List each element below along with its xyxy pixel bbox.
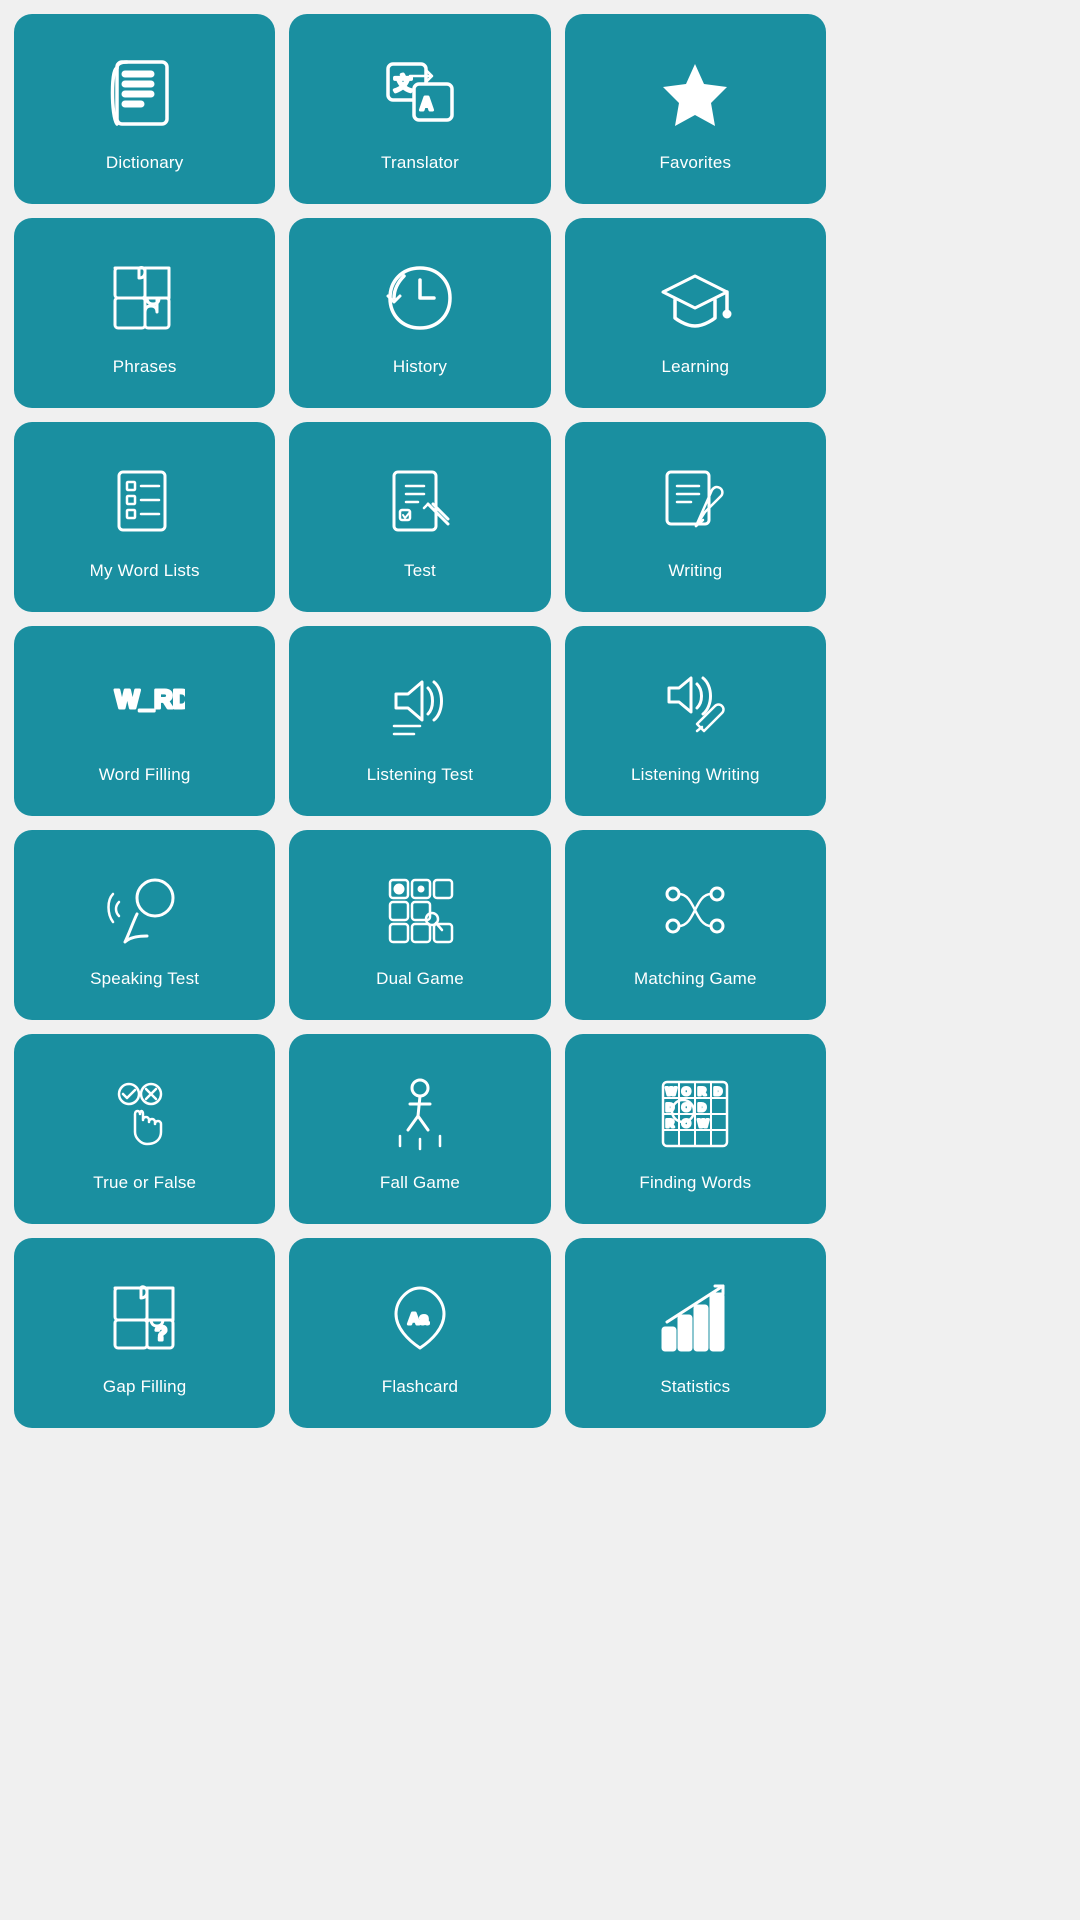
tile-true-or-false[interactable]: True or False — [14, 1034, 275, 1224]
listening-writing-icon — [650, 661, 740, 751]
my-word-lists-icon — [100, 457, 190, 547]
learning-label: Learning — [661, 357, 729, 377]
matching-game-label: Matching Game — [634, 969, 757, 989]
tile-gap-filling[interactable]: ? Gap Filling — [14, 1238, 275, 1428]
main-grid: Dictionary 文 A Translator Favorites — [14, 14, 826, 1428]
listening-test-icon — [375, 661, 465, 751]
true-or-false-label: True or False — [93, 1173, 196, 1193]
statistics-label: Statistics — [660, 1377, 730, 1397]
svg-text:O: O — [682, 1086, 691, 1098]
tile-listening-writing[interactable]: Listening Writing — [565, 626, 826, 816]
writing-icon — [650, 457, 740, 547]
tile-writing[interactable]: Writing — [565, 422, 826, 612]
svg-text:D: D — [714, 1086, 722, 1098]
dual-game-icon — [375, 865, 465, 955]
dictionary-icon — [100, 49, 190, 139]
tile-statistics[interactable]: Statistics — [565, 1238, 826, 1428]
tile-translator[interactable]: 文 A Translator — [289, 14, 550, 204]
svg-text:W_RD: W_RD — [115, 684, 185, 714]
svg-text:?: ? — [155, 1323, 167, 1345]
listening-writing-label: Listening Writing — [631, 765, 760, 785]
tile-favorites[interactable]: Favorites — [565, 14, 826, 204]
tile-phrases[interactable]: Phrases — [14, 218, 275, 408]
true-or-false-icon — [100, 1069, 190, 1159]
tile-word-filling[interactable]: W_RD Word Filling — [14, 626, 275, 816]
svg-text:W: W — [698, 1118, 709, 1130]
tile-learning[interactable]: Learning — [565, 218, 826, 408]
dictionary-label: Dictionary — [106, 153, 184, 173]
gap-filling-label: Gap Filling — [103, 1377, 186, 1397]
tile-my-word-lists[interactable]: My Word Lists — [14, 422, 275, 612]
svg-text:A: A — [420, 94, 433, 114]
tile-fall-game[interactable]: Fall Game — [289, 1034, 550, 1224]
favorites-icon — [650, 49, 740, 139]
statistics-icon — [650, 1273, 740, 1363]
word-filling-label: Word Filling — [99, 765, 191, 785]
finding-words-icon: W O R D D O D R O W — [650, 1069, 740, 1159]
tile-history[interactable]: History — [289, 218, 550, 408]
fall-game-icon — [375, 1069, 465, 1159]
finding-words-label: Finding Words — [639, 1173, 751, 1193]
svg-text:R: R — [666, 1118, 674, 1130]
history-icon — [375, 253, 465, 343]
matching-game-icon — [650, 865, 740, 955]
test-icon — [375, 457, 465, 547]
phrases-label: Phrases — [113, 357, 177, 377]
tile-dual-game[interactable]: Dual Game — [289, 830, 550, 1020]
svg-text:R: R — [698, 1086, 706, 1098]
phrases-icon — [100, 253, 190, 343]
svg-text:D: D — [698, 1102, 706, 1114]
dual-game-label: Dual Game — [376, 969, 464, 989]
fall-game-label: Fall Game — [380, 1173, 460, 1193]
tile-test[interactable]: Test — [289, 422, 550, 612]
translator-label: Translator — [381, 153, 459, 173]
flashcard-icon: Aa — [375, 1273, 465, 1363]
learning-icon — [650, 253, 740, 343]
my-word-lists-label: My Word Lists — [90, 561, 200, 581]
tile-dictionary[interactable]: Dictionary — [14, 14, 275, 204]
test-label: Test — [404, 561, 436, 581]
svg-text:Aa: Aa — [408, 1311, 429, 1328]
speaking-test-label: Speaking Test — [90, 969, 199, 989]
listening-test-label: Listening Test — [367, 765, 473, 785]
favorites-label: Favorites — [659, 153, 731, 173]
translator-icon: 文 A — [375, 49, 465, 139]
tile-listening-test[interactable]: Listening Test — [289, 626, 550, 816]
tile-matching-game[interactable]: Matching Game — [565, 830, 826, 1020]
gap-filling-icon: ? — [100, 1273, 190, 1363]
writing-label: Writing — [668, 561, 722, 581]
flashcard-label: Flashcard — [382, 1377, 458, 1397]
svg-text:W: W — [666, 1086, 677, 1098]
history-label: History — [393, 357, 447, 377]
word-filling-icon: W_RD — [100, 661, 190, 751]
tile-finding-words[interactable]: W O R D D O D R O W Finding Words — [565, 1034, 826, 1224]
speaking-test-icon — [100, 865, 190, 955]
tile-speaking-test[interactable]: Speaking Test — [14, 830, 275, 1020]
tile-flashcard[interactable]: Aa Flashcard — [289, 1238, 550, 1428]
